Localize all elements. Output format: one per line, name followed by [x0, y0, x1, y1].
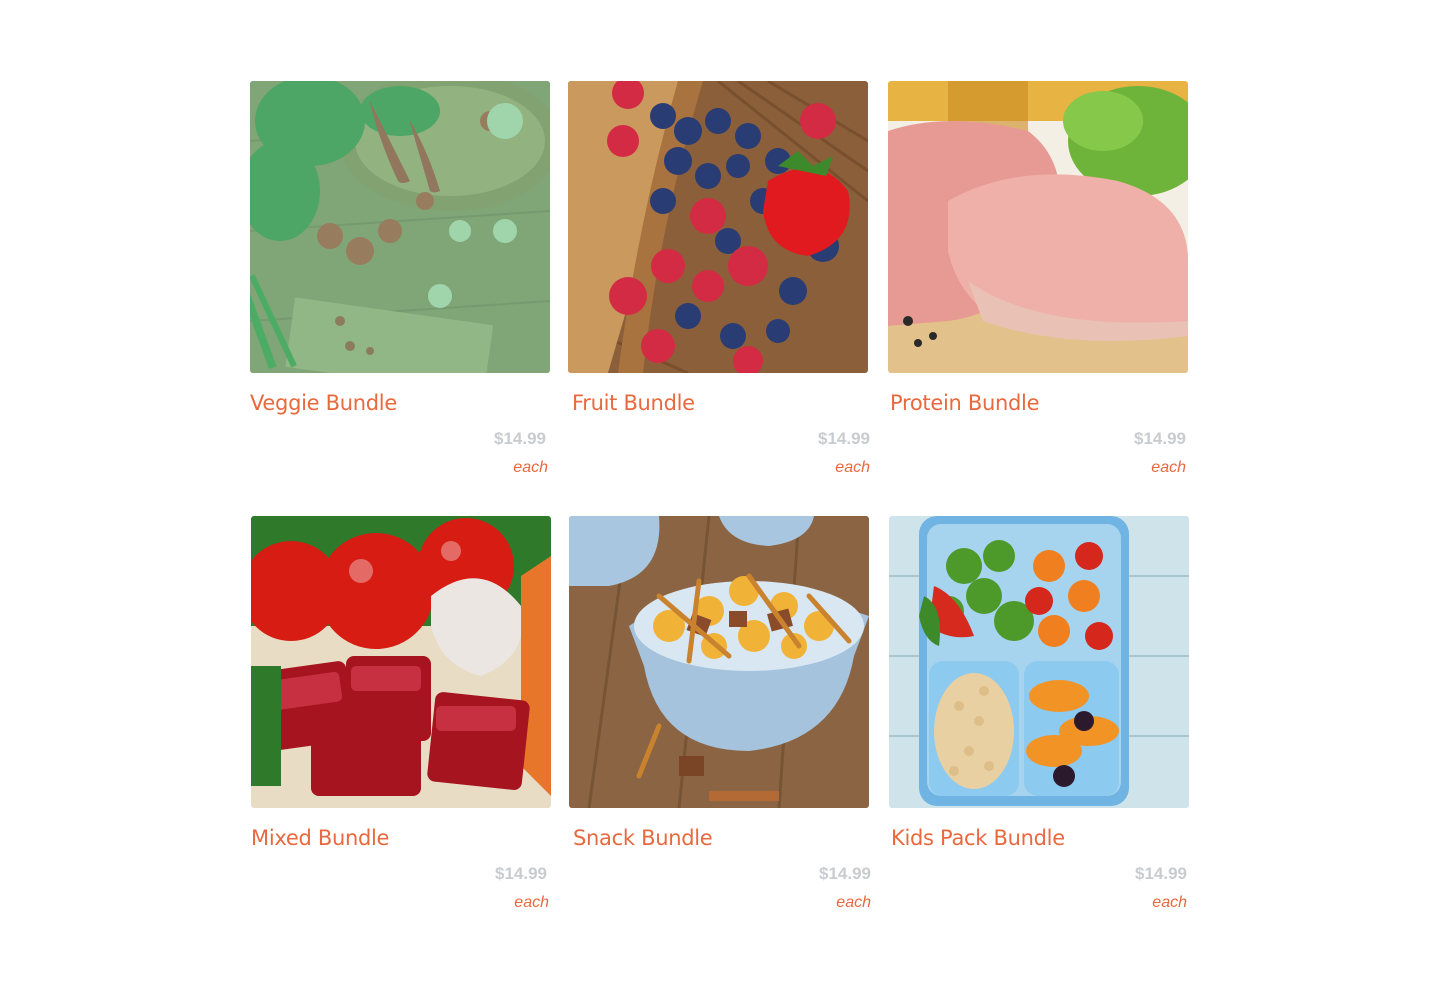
- product-title[interactable]: Snack Bundle: [573, 826, 713, 850]
- product-card-veggie-bundle[interactable]: Veggie Bundle $14.99 each: [250, 81, 552, 491]
- product-price: $14.99: [495, 864, 547, 883]
- product-unit: each: [835, 459, 870, 476]
- snack-bundle-image[interactable]: [569, 516, 869, 808]
- product-price: $14.99: [494, 429, 546, 448]
- product-unit: each: [513, 459, 548, 476]
- protein-bundle-image[interactable]: [888, 81, 1188, 373]
- product-card-snack-bundle[interactable]: Snack Bundle $14.99 each: [569, 516, 871, 926]
- product-grid: Veggie Bundle $14.99 each Fruit Bundle $…: [0, 0, 1440, 995]
- product-card-mixed-bundle[interactable]: Mixed Bundle $14.99 each: [251, 516, 553, 926]
- product-price: $14.99: [819, 864, 871, 883]
- veggie-bundle-image[interactable]: [250, 81, 550, 373]
- product-price: $14.99: [818, 429, 870, 448]
- hover-overlay: [250, 81, 550, 373]
- product-price: $14.99: [1135, 864, 1187, 883]
- product-title[interactable]: Mixed Bundle: [251, 826, 389, 850]
- fruit-bundle-image[interactable]: [568, 81, 868, 373]
- product-title[interactable]: Veggie Bundle: [250, 391, 397, 415]
- product-unit: each: [1151, 459, 1186, 476]
- fruit-bundle-photo: [568, 81, 868, 373]
- snack-bundle-photo: [569, 516, 869, 808]
- mixed-bundle-photo: [251, 516, 551, 808]
- kids-pack-bundle-image[interactable]: [889, 516, 1189, 808]
- product-card-protein-bundle[interactable]: Protein Bundle $14.99 each: [888, 81, 1190, 491]
- product-unit: each: [1152, 894, 1187, 911]
- product-unit: each: [514, 894, 549, 911]
- protein-bundle-photo: [888, 81, 1188, 373]
- product-title[interactable]: Fruit Bundle: [572, 391, 695, 415]
- product-card-fruit-bundle[interactable]: Fruit Bundle $14.99 each: [568, 81, 870, 491]
- product-title[interactable]: Kids Pack Bundle: [891, 826, 1065, 850]
- mixed-bundle-image[interactable]: [251, 516, 551, 808]
- product-price: $14.99: [1134, 429, 1186, 448]
- kids-pack-bundle-photo: [889, 516, 1189, 808]
- product-card-kids-pack-bundle[interactable]: Kids Pack Bundle $14.99 each: [889, 516, 1191, 926]
- product-title[interactable]: Protein Bundle: [890, 391, 1040, 415]
- product-unit: each: [836, 894, 871, 911]
